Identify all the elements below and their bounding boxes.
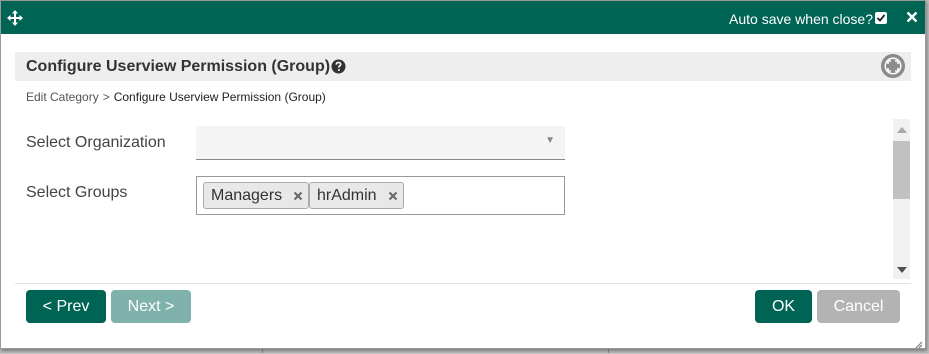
ok-button[interactable]: OK bbox=[755, 290, 812, 323]
group-chip-label: hrAdmin bbox=[317, 187, 377, 204]
cancel-button[interactable]: Cancel bbox=[817, 290, 900, 323]
page-header: Configure Userview Permission (Group) bbox=[15, 52, 911, 81]
page-title: Configure Userview Permission (Group) bbox=[26, 58, 331, 75]
dialog-titlebar[interactable]: Auto save when close? bbox=[1, 1, 925, 34]
scroll-thumb[interactable] bbox=[893, 141, 910, 199]
autosave-label: Auto save when close? bbox=[729, 11, 873, 27]
group-chip-label: Managers bbox=[211, 187, 283, 204]
vertical-scrollbar[interactable] bbox=[893, 119, 910, 279]
remove-chip-icon[interactable] bbox=[293, 183, 303, 209]
next-button[interactable]: Next > bbox=[111, 290, 191, 323]
close-icon[interactable] bbox=[905, 9, 919, 25]
dropdown-caret-icon: ▼ bbox=[545, 135, 555, 146]
move-icon[interactable] bbox=[7, 10, 23, 26]
fullscreen-icon bbox=[882, 55, 904, 77]
breadcrumb: Edit Category > Configure Userview Permiss… bbox=[26, 90, 326, 104]
breadcrumb-separator: > bbox=[102, 90, 110, 104]
breadcrumb-parent-link[interactable]: Edit Category bbox=[26, 90, 99, 104]
fullscreen-button[interactable] bbox=[881, 54, 905, 78]
scroll-up-arrow-icon[interactable] bbox=[897, 127, 907, 133]
help-icon[interactable] bbox=[331, 59, 346, 74]
groups-multiselect[interactable]: Managers hrAdmin bbox=[196, 176, 565, 215]
group-chip-hradmin: hrAdmin bbox=[309, 182, 404, 209]
resize-grip-icon[interactable] bbox=[913, 336, 923, 349]
permission-dialog: Auto save when close? Configure Userview… bbox=[0, 0, 926, 349]
breadcrumb-current: Configure Userview Permission (Group) bbox=[113, 90, 326, 104]
footer-divider bbox=[15, 283, 911, 284]
autosave-checkbox[interactable] bbox=[875, 12, 887, 24]
form-area: Select Organization ▼ Select Groups Mana… bbox=[15, 119, 893, 279]
remove-chip-icon[interactable] bbox=[388, 183, 398, 209]
groups-label: Select Groups bbox=[26, 184, 128, 201]
scroll-down-arrow-icon[interactable] bbox=[897, 267, 907, 273]
prev-button[interactable]: < Prev bbox=[26, 290, 106, 323]
organization-label: Select Organization bbox=[26, 134, 166, 151]
organization-select[interactable]: ▼ bbox=[196, 126, 565, 160]
group-chip-managers: Managers bbox=[203, 182, 310, 209]
